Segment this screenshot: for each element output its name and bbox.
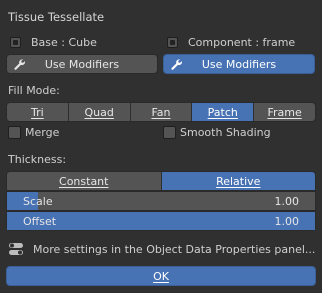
thickness-mode-selector: Constant Relative <box>6 171 316 191</box>
offset-slider-value: 1.00 <box>274 215 300 228</box>
fill-mode-patch[interactable]: Patch <box>192 103 255 121</box>
fill-mode-fan-label: Fan <box>151 105 171 119</box>
component-use-modifiers-label: Use Modifiers <box>201 57 277 71</box>
fill-mode-frame-label: Frame <box>267 105 302 119</box>
merge-checkbox-box <box>8 126 21 139</box>
base-use-modifiers-label: Use Modifiers <box>44 57 120 71</box>
smooth-shading-checkbox[interactable] <box>163 126 176 139</box>
fill-mode-selector: Tri Quad Fan Patch Frame <box>6 102 316 122</box>
smooth-shading-checkbox-box <box>163 126 176 139</box>
ok-button[interactable]: OK <box>6 266 316 286</box>
wrench-icon <box>14 59 25 70</box>
dialog-title: Tissue Tessellate <box>8 10 105 24</box>
fill-mode-frame[interactable]: Frame <box>254 103 315 121</box>
merge-label: Merge <box>25 126 60 139</box>
thickness-mode-constant-label: Constant <box>59 174 109 188</box>
offset-slider-label: Offset <box>23 215 57 228</box>
fill-mode-patch-label: Patch <box>207 105 238 119</box>
tissue-tessellate-dialog: Tissue Tessellate Base : Cube Component … <box>0 0 322 293</box>
base-use-modifiers-button[interactable]: Use Modifiers <box>6 54 158 74</box>
thickness-mode-relative[interactable]: Relative <box>161 172 315 190</box>
fill-mode-label: Fill Mode: <box>8 84 60 97</box>
offset-slider[interactable]: Offset 1.00 <box>6 211 316 231</box>
smooth-shading-label: Smooth Shading <box>180 126 271 139</box>
ok-button-label: OK <box>153 269 169 283</box>
fill-mode-tri-label: Tri <box>31 105 44 119</box>
fill-mode-tri[interactable]: Tri <box>7 103 69 121</box>
merge-checkbox[interactable] <box>8 126 21 139</box>
fill-mode-quad[interactable]: Quad <box>68 103 131 121</box>
settings-toggles-icon <box>9 243 23 255</box>
fill-mode-fan[interactable]: Fan <box>130 103 193 121</box>
scale-slider[interactable]: Scale 1.00 <box>6 191 316 211</box>
scale-slider-value: 1.00 <box>274 195 300 208</box>
fill-mode-quad-label: Quad <box>84 105 114 119</box>
thickness-mode-relative-label: Relative <box>216 174 261 188</box>
thickness-mode-constant[interactable]: Constant <box>7 172 162 190</box>
wrench-icon <box>171 59 182 70</box>
component-use-modifiers-button[interactable]: Use Modifiers <box>163 54 315 74</box>
base-checkbox[interactable] <box>10 37 21 48</box>
info-text: More settings in the Object Data Propert… <box>33 243 316 256</box>
thickness-label: Thickness: <box>8 153 67 166</box>
base-label: Base : Cube <box>31 36 97 49</box>
component-label: Component : frame <box>188 36 296 49</box>
component-checkbox-box <box>167 37 178 48</box>
scale-slider-label: Scale <box>23 195 53 208</box>
base-checkbox-box <box>10 37 21 48</box>
component-checkbox[interactable] <box>167 37 178 48</box>
